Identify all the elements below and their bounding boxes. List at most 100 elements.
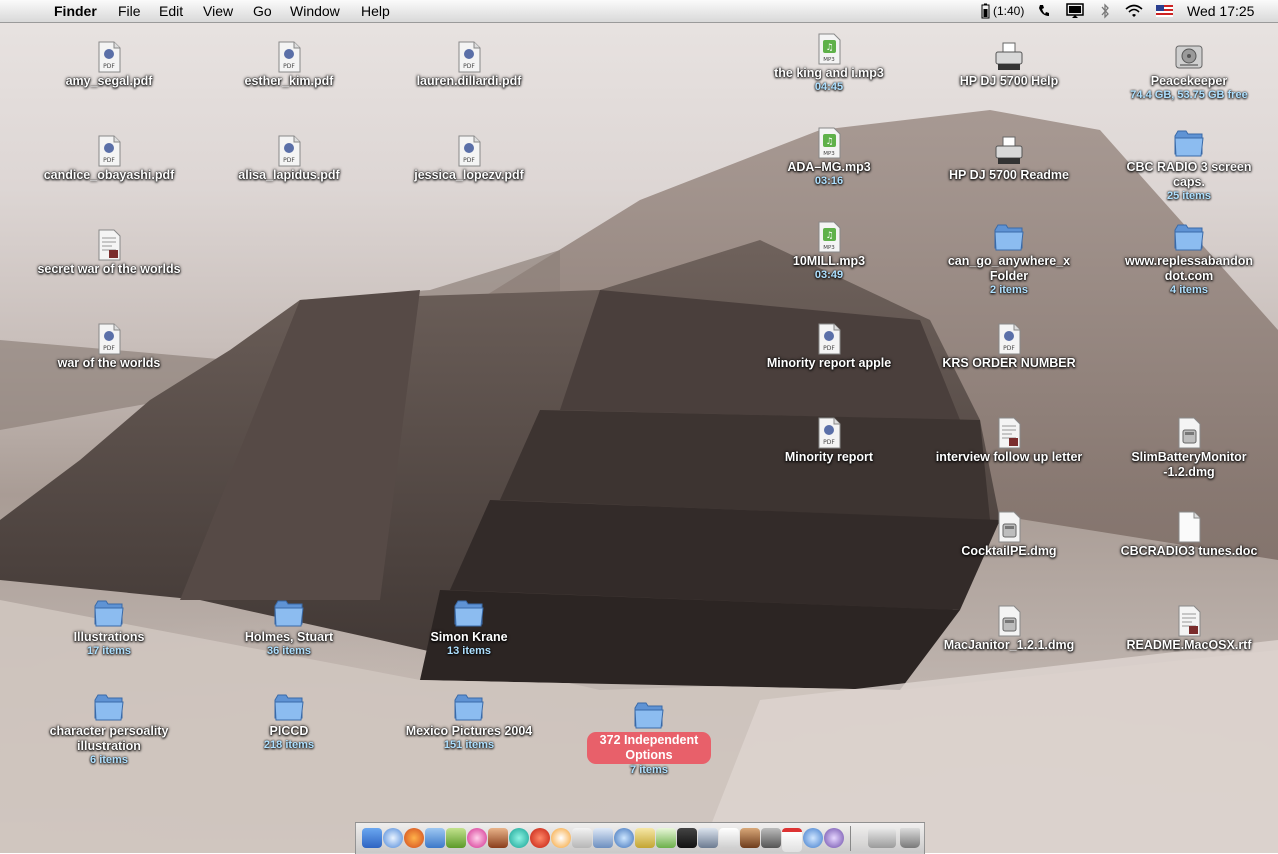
- desktop-icon-cocktailpe-dmg[interactable]: CocktailPE.dmg: [929, 510, 1089, 559]
- icon-label: Illustrations: [73, 630, 145, 644]
- icon-label: Mexico Pictures 2004: [405, 724, 533, 738]
- notes-icon[interactable]: [635, 828, 655, 848]
- desktop-icon-hp-dj-5700-readme[interactable]: HP DJ 5700 Readme: [929, 134, 1089, 183]
- icon-sublabel: 151 items: [443, 739, 495, 751]
- folder-icon: [92, 596, 126, 630]
- desktop-icon-the-king-and-i-mp3[interactable]: ♫ MP3 the king and i.mp3 04:45: [749, 32, 909, 94]
- vlc-icon[interactable]: [551, 828, 571, 848]
- icon-label: HP DJ 5700 Help: [959, 74, 1059, 88]
- desktop-icon-macjanitor-dmg[interactable]: MacJanitor_1.2.1.dmg: [929, 604, 1089, 653]
- desktop-icon-interview-follow-up-letter[interactable]: interview follow up letter: [929, 416, 1089, 465]
- desktop-icon-candice-obayashi-pdf[interactable]: PDF candice_obayashi.pdf: [29, 134, 189, 183]
- desktop-icon-can-go-anywhere-x-folder[interactable]: can_go_anywhere_x Folder 2 items: [929, 220, 1089, 297]
- icon-sublabel: 25 items: [1166, 190, 1212, 202]
- battery-time[interactable]: (1:40): [993, 4, 1024, 18]
- desktop-icon-holmes-stuart-folder[interactable]: Holmes, Stuart 36 items: [209, 596, 369, 658]
- bluetooth-icon[interactable]: [1100, 3, 1110, 22]
- folder-icon: [272, 690, 306, 724]
- desktop-icon-lauren-dillardi-pdf[interactable]: PDF lauren.dillardi.pdf: [389, 40, 549, 89]
- calendar-icon[interactable]: [782, 828, 802, 852]
- battery-icon[interactable]: [981, 3, 990, 22]
- menu-view[interactable]: View: [203, 3, 233, 19]
- photoshop-icon[interactable]: [488, 828, 508, 848]
- firefox-icon[interactable]: [404, 828, 424, 848]
- menu-bar: Finder File Edit View Go Window Help (1:…: [0, 0, 1278, 23]
- address-icon[interactable]: [803, 828, 823, 848]
- dvd-icon[interactable]: [824, 828, 844, 848]
- desktop-icon-readme-macosx-rtf[interactable]: README.MacOSX.rtf: [1109, 604, 1269, 653]
- photos-icon[interactable]: [740, 828, 760, 848]
- text-icon[interactable]: [572, 828, 592, 848]
- trash-icon[interactable]: [900, 828, 920, 848]
- desktop-icon-amy-segal-pdf[interactable]: PDF amy_segal.pdf: [29, 40, 189, 89]
- desktop-icon-alisa-lapidus-pdf[interactable]: PDF alisa_lapidus.pdf: [209, 134, 369, 183]
- desktop-icon-minority-report-apple[interactable]: PDF Minority report apple: [749, 322, 909, 371]
- desktop-icon-jessica-lopezv-pdf[interactable]: PDF jessica_lopezv.pdf: [389, 134, 549, 183]
- desktop-icon-www-replessabandon-dot-com[interactable]: www.replessabandon dot.com 4 items: [1109, 220, 1269, 297]
- grapher-icon[interactable]: [677, 828, 697, 848]
- wifi-icon[interactable]: [868, 828, 896, 848]
- menu-help[interactable]: Help: [361, 3, 390, 19]
- menu-file[interactable]: File: [118, 3, 141, 19]
- icon-sublabel: 13 items: [446, 645, 492, 657]
- icon-label: SlimBatteryMonitor -1.2.dmg: [1131, 450, 1247, 479]
- itunes-icon[interactable]: [656, 828, 676, 848]
- desktop-icon-war-of-the-worlds[interactable]: PDF war of the worlds: [29, 322, 189, 371]
- icon-label: alisa_lapidus.pdf: [238, 168, 340, 182]
- mp3-icon: ♫ MP3: [812, 32, 846, 66]
- desktop-icon-ada-mg-mp3[interactable]: ♫ MP3 ADA–MG.mp3 03:16: [749, 126, 909, 188]
- desktop-icon-hp-dj-5700-help[interactable]: HP DJ 5700 Help: [929, 40, 1089, 89]
- svg-text:♫: ♫: [825, 231, 833, 241]
- app-menu-finder[interactable]: Finder: [54, 3, 97, 19]
- svg-text:PDF: PDF: [823, 439, 835, 446]
- menu-edit[interactable]: Edit: [159, 3, 183, 19]
- desktop-icon-minority-report[interactable]: PDF Minority report: [749, 416, 909, 465]
- pdf-icon: PDF: [272, 134, 306, 168]
- display-icon[interactable]: [1066, 3, 1084, 22]
- terminal-icon[interactable]: [761, 828, 781, 848]
- filezilla-icon[interactable]: [530, 828, 550, 848]
- menu-window[interactable]: Window: [290, 3, 340, 19]
- us-flag-icon[interactable]: [1156, 4, 1173, 20]
- icon-sublabel: 74.4 GB, 53.75 GB free: [1130, 89, 1248, 101]
- desktop-icon-simon-krane-folder[interactable]: Simon Krane 13 items: [389, 596, 549, 658]
- desktop-icon-372-independent-options-folder[interactable]: 372 Independent Options 7 items: [569, 698, 729, 777]
- svg-text:PDF: PDF: [463, 63, 475, 70]
- icon-sublabel: 03:16: [814, 175, 844, 187]
- desktop-icon-cbc-radio-3-screen-caps[interactable]: CBC RADIO 3 screen caps. 25 items: [1109, 126, 1269, 203]
- system-icon[interactable]: [698, 828, 718, 848]
- desktop-icon-slimbatterymonitor-dmg[interactable]: SlimBatteryMonitor -1.2.dmg: [1109, 416, 1269, 480]
- desktop-icon-piccd-folder[interactable]: PICCD 218 items: [209, 690, 369, 752]
- icon-label: Minority report apple: [766, 356, 892, 370]
- mail-icon[interactable]: [425, 828, 445, 848]
- finder-icon[interactable]: [362, 828, 382, 848]
- desktop-icon-peacekeeper-disk[interactable]: Peacekeeper 74.4 GB, 53.75 GB free: [1109, 40, 1269, 102]
- dock: [355, 822, 925, 854]
- desktop-icon-cbcradio3-tunes-doc[interactable]: CBCRADIO3 tunes.doc: [1109, 510, 1269, 559]
- hard-disk-icon: [1172, 40, 1206, 74]
- desktop-icon-krs-order-number[interactable]: PDF KRS ORDER NUMBER: [929, 322, 1089, 371]
- icon-label: MacJanitor_1.2.1.dmg: [943, 638, 1075, 652]
- safari-icon[interactable]: [383, 828, 403, 848]
- flower-icon[interactable]: [467, 828, 487, 848]
- desktop-icon-secret-war-of-the-worlds[interactable]: secret war of the worlds: [29, 228, 189, 277]
- preview-icon[interactable]: [593, 828, 613, 848]
- document-icon: [92, 228, 126, 262]
- network-icon[interactable]: [614, 828, 634, 848]
- desktop-icon-character-persoality-illustration-folder[interactable]: character persoality illustration 6 item…: [29, 690, 189, 767]
- desktop-icon-illustrations-folder[interactable]: Illustrations 17 items: [29, 596, 189, 658]
- menubar-clock[interactable]: Wed 17:25: [1187, 3, 1254, 19]
- icon-label: esther_kim.pdf: [244, 74, 334, 88]
- wifi-icon[interactable]: [1125, 3, 1143, 22]
- desktop-icon-10mill-mp3[interactable]: ♫ MP3 10MILL.mp3 03:49: [749, 220, 909, 282]
- sync-icon[interactable]: [509, 828, 529, 848]
- folder-icon: [452, 596, 486, 630]
- desktop-icon-esther-kim-pdf[interactable]: PDF esther_kim.pdf: [209, 40, 369, 89]
- svg-text:PDF: PDF: [103, 63, 115, 70]
- ichat-icon[interactable]: [446, 828, 466, 848]
- textedit-icon[interactable]: [719, 828, 739, 848]
- phone-icon[interactable]: [1037, 3, 1051, 22]
- menu-go[interactable]: Go: [253, 3, 272, 19]
- desktop-icon-mexico-pictures-2004-folder[interactable]: Mexico Pictures 2004 151 items: [389, 690, 549, 752]
- folder-icon: [92, 690, 126, 724]
